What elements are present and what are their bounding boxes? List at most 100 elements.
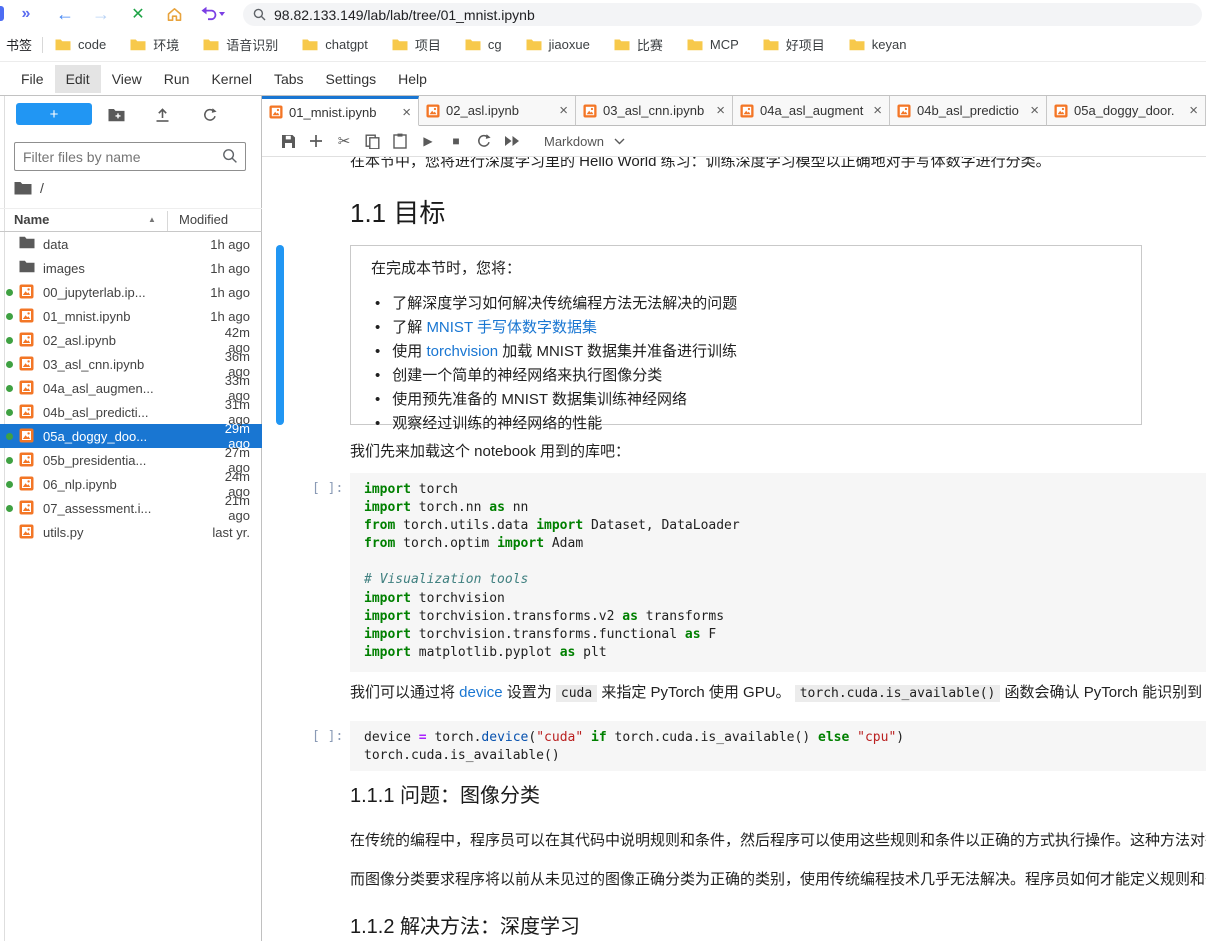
folder-icon bbox=[763, 38, 779, 51]
notebook-icon bbox=[19, 404, 35, 420]
run-icon[interactable]: ▶ bbox=[414, 129, 442, 153]
menu-tabs[interactable]: Tabs bbox=[263, 65, 315, 93]
close-icon[interactable]: × bbox=[1189, 102, 1198, 119]
code-line: torch.cuda.is_available() bbox=[364, 748, 1192, 766]
restart-run-all-icon[interactable] bbox=[498, 129, 526, 153]
bookmark-item[interactable]: code bbox=[55, 37, 106, 52]
divider bbox=[167, 211, 168, 231]
stop-icon[interactable]: ✕ bbox=[126, 0, 150, 28]
browser-toolbar: » ← → ✕ 98.82.133.149/lab/lab/tree/01_mn… bbox=[0, 0, 1206, 28]
subsection-heading-solution: 1.1.2 解决方法：深度学习 bbox=[350, 910, 580, 939]
close-icon[interactable]: × bbox=[402, 104, 411, 121]
file-row[interactable]: data1h ago bbox=[0, 232, 262, 256]
selected-cell-indicator[interactable] bbox=[276, 245, 284, 425]
markdown-paragraph: 在传统的编程中，程序员可以在其代码中说明规则和条件，然后程序可以使用这些规则和条… bbox=[350, 829, 1206, 850]
menu-run[interactable]: Run bbox=[153, 65, 201, 93]
cell-type-dropdown[interactable]: Markdown bbox=[544, 134, 625, 149]
bookmark-item[interactable]: jiaoxue bbox=[526, 37, 590, 52]
undo-dropdown-icon[interactable] bbox=[196, 0, 230, 28]
code-line: import torch bbox=[364, 482, 1192, 500]
column-modified[interactable]: Modified bbox=[179, 212, 228, 227]
tab-05a-doggy-door[interactable]: 05a_doggy_door.× bbox=[1047, 96, 1206, 126]
bookmark-item[interactable]: 比赛 bbox=[614, 35, 663, 54]
refresh-icon[interactable] bbox=[200, 105, 220, 125]
objective-item: 了解深度学习如何解决传统编程方法无法解决的问题 bbox=[371, 292, 1121, 316]
kernel-running-dot bbox=[6, 361, 13, 368]
menu-kernel[interactable]: Kernel bbox=[200, 65, 262, 93]
cut-icon[interactable]: ✂ bbox=[330, 129, 358, 153]
objectives-cell[interactable]: 在完成本节时，您将： 了解深度学习如何解决传统编程方法无法解决的问题 了解 MN… bbox=[350, 245, 1142, 425]
stop-icon[interactable]: ■ bbox=[442, 129, 470, 153]
bookmark-item[interactable]: keyan bbox=[849, 37, 907, 52]
notebook-icon bbox=[1054, 104, 1068, 118]
url-bar[interactable]: 98.82.133.149/lab/lab/tree/01_mnist.ipyn… bbox=[243, 3, 1202, 26]
notebook-icon bbox=[19, 308, 35, 324]
inline-link[interactable]: device bbox=[459, 684, 502, 701]
folder-icon bbox=[19, 236, 35, 252]
menu-help[interactable]: Help bbox=[387, 65, 438, 93]
tab-04b-asl-prediction[interactable]: 04b_asl_predictio× bbox=[890, 96, 1047, 126]
tab-bar: 01_mnist.ipynb× 02_asl.ipynb× 03_asl_cnn… bbox=[262, 96, 1206, 126]
divider bbox=[42, 37, 43, 53]
close-icon[interactable]: × bbox=[1030, 102, 1039, 119]
tab-02-asl[interactable]: 02_asl.ipynb× bbox=[419, 96, 576, 126]
objective-item: 观察经过训练的神经网络的性能 bbox=[371, 412, 1121, 436]
file-list: data1h ago images1h ago 00_jupyterlab.ip… bbox=[0, 232, 262, 544]
add-cell-icon[interactable] bbox=[302, 129, 330, 153]
menu-file[interactable]: File bbox=[10, 65, 55, 93]
close-icon[interactable]: × bbox=[716, 102, 725, 119]
restart-kernel-icon[interactable] bbox=[470, 129, 498, 153]
breadcrumb[interactable]: / bbox=[14, 180, 44, 196]
url-text: 98.82.133.149/lab/lab/tree/01_mnist.ipyn… bbox=[274, 7, 535, 23]
kernel-running-dot bbox=[6, 505, 13, 512]
back-icon[interactable]: ← bbox=[52, 0, 78, 28]
file-row[interactable]: images1h ago bbox=[0, 256, 262, 280]
menu-edit[interactable]: Edit bbox=[55, 65, 101, 93]
menu-view[interactable]: View bbox=[101, 65, 153, 93]
home-icon[interactable] bbox=[160, 0, 188, 28]
notebook-icon bbox=[19, 380, 35, 396]
filter-files-input[interactable] bbox=[14, 142, 246, 171]
inline-link[interactable]: MNIST 手写体数字数据集 bbox=[426, 319, 597, 336]
paste-icon[interactable] bbox=[386, 129, 414, 153]
close-icon[interactable]: × bbox=[873, 102, 882, 119]
bookmark-item[interactable]: cg bbox=[465, 37, 502, 52]
code-cell-device[interactable]: device = torch.device("cuda" if torch.cu… bbox=[350, 721, 1206, 771]
menu-settings[interactable]: Settings bbox=[315, 65, 388, 93]
code-line: from torch.utils.data import Dataset, Da… bbox=[364, 518, 1192, 536]
forward-icon: → bbox=[88, 0, 114, 28]
bookmark-item[interactable]: 项目 bbox=[392, 35, 441, 54]
double-chevron-icon[interactable]: » bbox=[14, 0, 38, 28]
section-heading-goal: 1.1 目标 bbox=[350, 193, 445, 230]
save-icon[interactable] bbox=[274, 129, 302, 153]
bookmark-item[interactable]: 环境 bbox=[130, 35, 179, 54]
tab-04a-asl-augment[interactable]: 04a_asl_augment× bbox=[733, 96, 890, 126]
inline-link[interactable]: torchvision bbox=[426, 343, 498, 360]
close-icon[interactable]: × bbox=[559, 102, 568, 119]
file-row[interactable]: 07_assessment.i...21m ago bbox=[0, 496, 262, 520]
kernel-running-dot bbox=[6, 337, 13, 344]
column-name[interactable]: Name bbox=[14, 212, 49, 227]
new-folder-icon[interactable] bbox=[106, 105, 126, 125]
folder-icon bbox=[14, 181, 32, 195]
file-row[interactable]: 00_jupyterlab.ip...1h ago bbox=[0, 280, 262, 304]
file-row[interactable]: utils.pylast yr. bbox=[0, 520, 262, 544]
tab-01-mnist[interactable]: 01_mnist.ipynb× bbox=[262, 96, 419, 126]
copy-icon[interactable] bbox=[358, 129, 386, 153]
bookmark-item[interactable]: 好项目 bbox=[763, 35, 825, 54]
code-line: # Visualization tools bbox=[364, 572, 1192, 590]
sort-ascending-icon[interactable]: ▲ bbox=[148, 215, 156, 224]
objective-item: 创建一个简单的神经网络来执行图像分类 bbox=[371, 364, 1121, 388]
bookmark-item[interactable]: MCP bbox=[687, 37, 739, 52]
jupyter-menubar: File Edit View Run Kernel Tabs Settings … bbox=[0, 62, 1206, 96]
bookmark-item[interactable]: chatgpt bbox=[302, 37, 368, 52]
bookmark-item[interactable]: 语音识别 bbox=[203, 35, 278, 54]
notebook-icon bbox=[19, 332, 35, 348]
upload-icon[interactable] bbox=[152, 105, 172, 125]
folder-icon bbox=[614, 38, 630, 51]
new-launcher-button[interactable]: + bbox=[16, 103, 92, 125]
code-cell-imports[interactable]: import torch import torch.nn as nn from … bbox=[350, 473, 1206, 672]
tab-03-asl-cnn[interactable]: 03_asl_cnn.ipynb× bbox=[576, 96, 733, 126]
objectives-list: 了解深度学习如何解决传统编程方法无法解决的问题 了解 MNIST 手写体数字数据… bbox=[371, 292, 1121, 436]
bookmarks-label: 书签 bbox=[6, 35, 32, 54]
